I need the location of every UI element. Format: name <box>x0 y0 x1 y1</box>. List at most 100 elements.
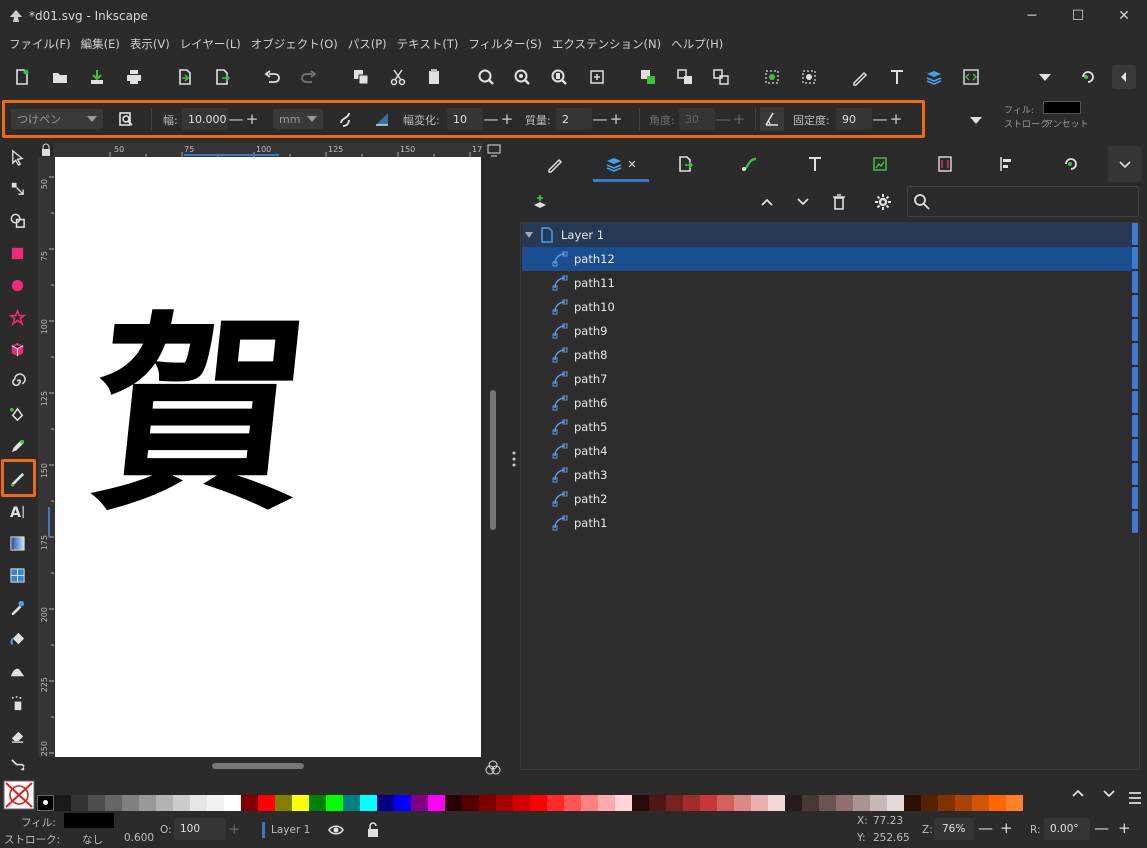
color-swatch[interactable] <box>445 795 462 811</box>
zoom-out-button[interactable]: — <box>978 819 993 837</box>
expand-chevron-icon[interactable] <box>525 232 533 238</box>
object-row-path3[interactable]: path3 <box>522 463 1132 487</box>
settings-gear-icon[interactable] <box>871 190 895 214</box>
node-editor-icon[interactable] <box>760 65 784 89</box>
tab-align-distribute[interactable] <box>987 146 1027 182</box>
object-row-path6[interactable]: path6 <box>522 391 1132 415</box>
tab-close-icon[interactable]: ✕ <box>627 158 636 171</box>
object-row-path7[interactable]: path7 <box>522 367 1132 391</box>
color-swatch[interactable] <box>207 795 224 811</box>
use-tilt-angle-icon[interactable] <box>760 107 784 131</box>
tweak-tool-icon[interactable] <box>4 658 30 684</box>
palette-menu-icon[interactable] <box>1123 786 1147 810</box>
color-swatch[interactable] <box>921 795 938 811</box>
vertical-scrollbar[interactable] <box>490 390 496 530</box>
fill-stroke-icon[interactable] <box>848 65 872 89</box>
color-swatch[interactable] <box>411 795 428 811</box>
color-swatch[interactable] <box>156 795 173 811</box>
status-fill-swatch[interactable] <box>64 813 114 828</box>
raise-layer-icon[interactable] <box>755 190 779 214</box>
color-swatch[interactable] <box>428 795 445 811</box>
trace-background-icon[interactable] <box>333 107 357 131</box>
color-swatch[interactable] <box>479 795 496 811</box>
fixation-input[interactable]: 90 <box>836 108 872 130</box>
export-icon[interactable] <box>210 65 234 89</box>
thinning-input[interactable]: 10 <box>447 108 483 130</box>
color-swatch[interactable] <box>326 795 343 811</box>
tab-text-font[interactable] <box>795 146 835 182</box>
color-swatch[interactable] <box>955 795 972 811</box>
pressure-icon[interactable] <box>114 107 138 131</box>
menu-view[interactable]: 表示(V) <box>125 36 175 52</box>
color-swatch[interactable] <box>785 795 802 811</box>
color-swatch[interactable] <box>530 795 547 811</box>
color-swatch[interactable] <box>54 795 71 811</box>
zoom-selection-icon[interactable] <box>474 65 498 89</box>
black-swatch[interactable] <box>37 795 54 811</box>
delete-icon[interactable] <box>827 190 851 214</box>
transform-icon[interactable] <box>797 65 821 89</box>
color-swatch[interactable] <box>802 795 819 811</box>
eraser-tool-icon[interactable] <box>4 722 30 748</box>
node-tool-icon[interactable] <box>4 175 30 201</box>
color-swatch[interactable] <box>377 795 394 811</box>
new-document-icon[interactable] <box>10 65 34 89</box>
width-input[interactable]: 10.000 <box>182 108 228 130</box>
object-row-path1[interactable]: path1 <box>522 511 1132 535</box>
color-swatch[interactable] <box>496 795 513 811</box>
add-layer-icon[interactable] <box>528 190 552 214</box>
shape-builder-tool-icon[interactable] <box>4 207 30 233</box>
color-swatch[interactable] <box>190 795 207 811</box>
minimize-button[interactable]: ─ <box>1009 0 1055 32</box>
palette-scroll-down-icon[interactable] <box>1097 782 1121 806</box>
import-icon[interactable] <box>173 65 197 89</box>
object-row-path11[interactable]: path11 <box>522 271 1132 295</box>
no-paint-icon[interactable] <box>3 780 35 810</box>
color-management-icon[interactable] <box>484 760 502 776</box>
layers-icon[interactable] <box>922 65 946 89</box>
xml-editor-icon[interactable] <box>959 65 983 89</box>
menu-layer[interactable]: レイヤー(L) <box>175 36 246 52</box>
object-row-path4[interactable]: path4 <box>522 439 1132 463</box>
zoom-drawing-icon[interactable] <box>510 65 534 89</box>
print-icon[interactable] <box>122 65 146 89</box>
width-decrement-button[interactable]: — <box>228 110 244 128</box>
color-swatch[interactable] <box>819 795 836 811</box>
mass-input[interactable]: 2 <box>556 108 592 130</box>
mass-increment-button[interactable]: + <box>608 110 624 128</box>
thinning-decrement-button[interactable]: — <box>483 110 499 128</box>
color-swatch[interactable] <box>717 795 734 811</box>
horizontal-scrollbar[interactable] <box>212 763 304 769</box>
pen-tool-icon[interactable] <box>4 401 30 427</box>
gradient-tool-icon[interactable] <box>4 530 30 556</box>
connector-tool-icon[interactable] <box>4 752 30 778</box>
tab-export[interactable] <box>665 146 705 182</box>
display-mode-icon[interactable] <box>486 143 502 157</box>
overflow-menu-icon[interactable] <box>1033 65 1057 89</box>
tab-fill-stroke[interactable] <box>535 146 575 182</box>
zoom-page-icon[interactable] <box>547 65 571 89</box>
fixation-increment-button[interactable]: + <box>888 110 904 128</box>
object-row-path9[interactable]: path9 <box>522 319 1132 343</box>
thinning-increment-button[interactable]: + <box>499 110 515 128</box>
unit-dropdown[interactable]: mm <box>273 109 323 129</box>
color-swatch[interactable] <box>632 795 649 811</box>
zoom-input[interactable]: 76% <box>934 818 974 840</box>
undo-icon[interactable] <box>260 65 284 89</box>
current-layer-label[interactable]: Layer 1 <box>271 824 310 836</box>
ungroup-icon[interactable] <box>673 65 697 89</box>
pencil-tool-icon[interactable] <box>4 433 30 459</box>
color-swatch[interactable] <box>649 795 666 811</box>
color-swatch[interactable] <box>258 795 275 811</box>
color-swatch[interactable] <box>904 795 921 811</box>
color-swatch[interactable] <box>768 795 785 811</box>
opacity-input[interactable]: 100 <box>174 818 226 840</box>
ellipse-tool-icon[interactable] <box>4 272 30 298</box>
angle-input[interactable]: 30 <box>679 108 715 130</box>
ruler-corner-lock-icon[interactable] <box>38 143 54 157</box>
color-swatch[interactable] <box>71 795 88 811</box>
group-icon[interactable] <box>636 65 660 89</box>
angle-decrement-button[interactable]: — <box>715 110 731 128</box>
3d-box-tool-icon[interactable] <box>4 336 30 362</box>
color-swatch[interactable] <box>615 795 632 811</box>
